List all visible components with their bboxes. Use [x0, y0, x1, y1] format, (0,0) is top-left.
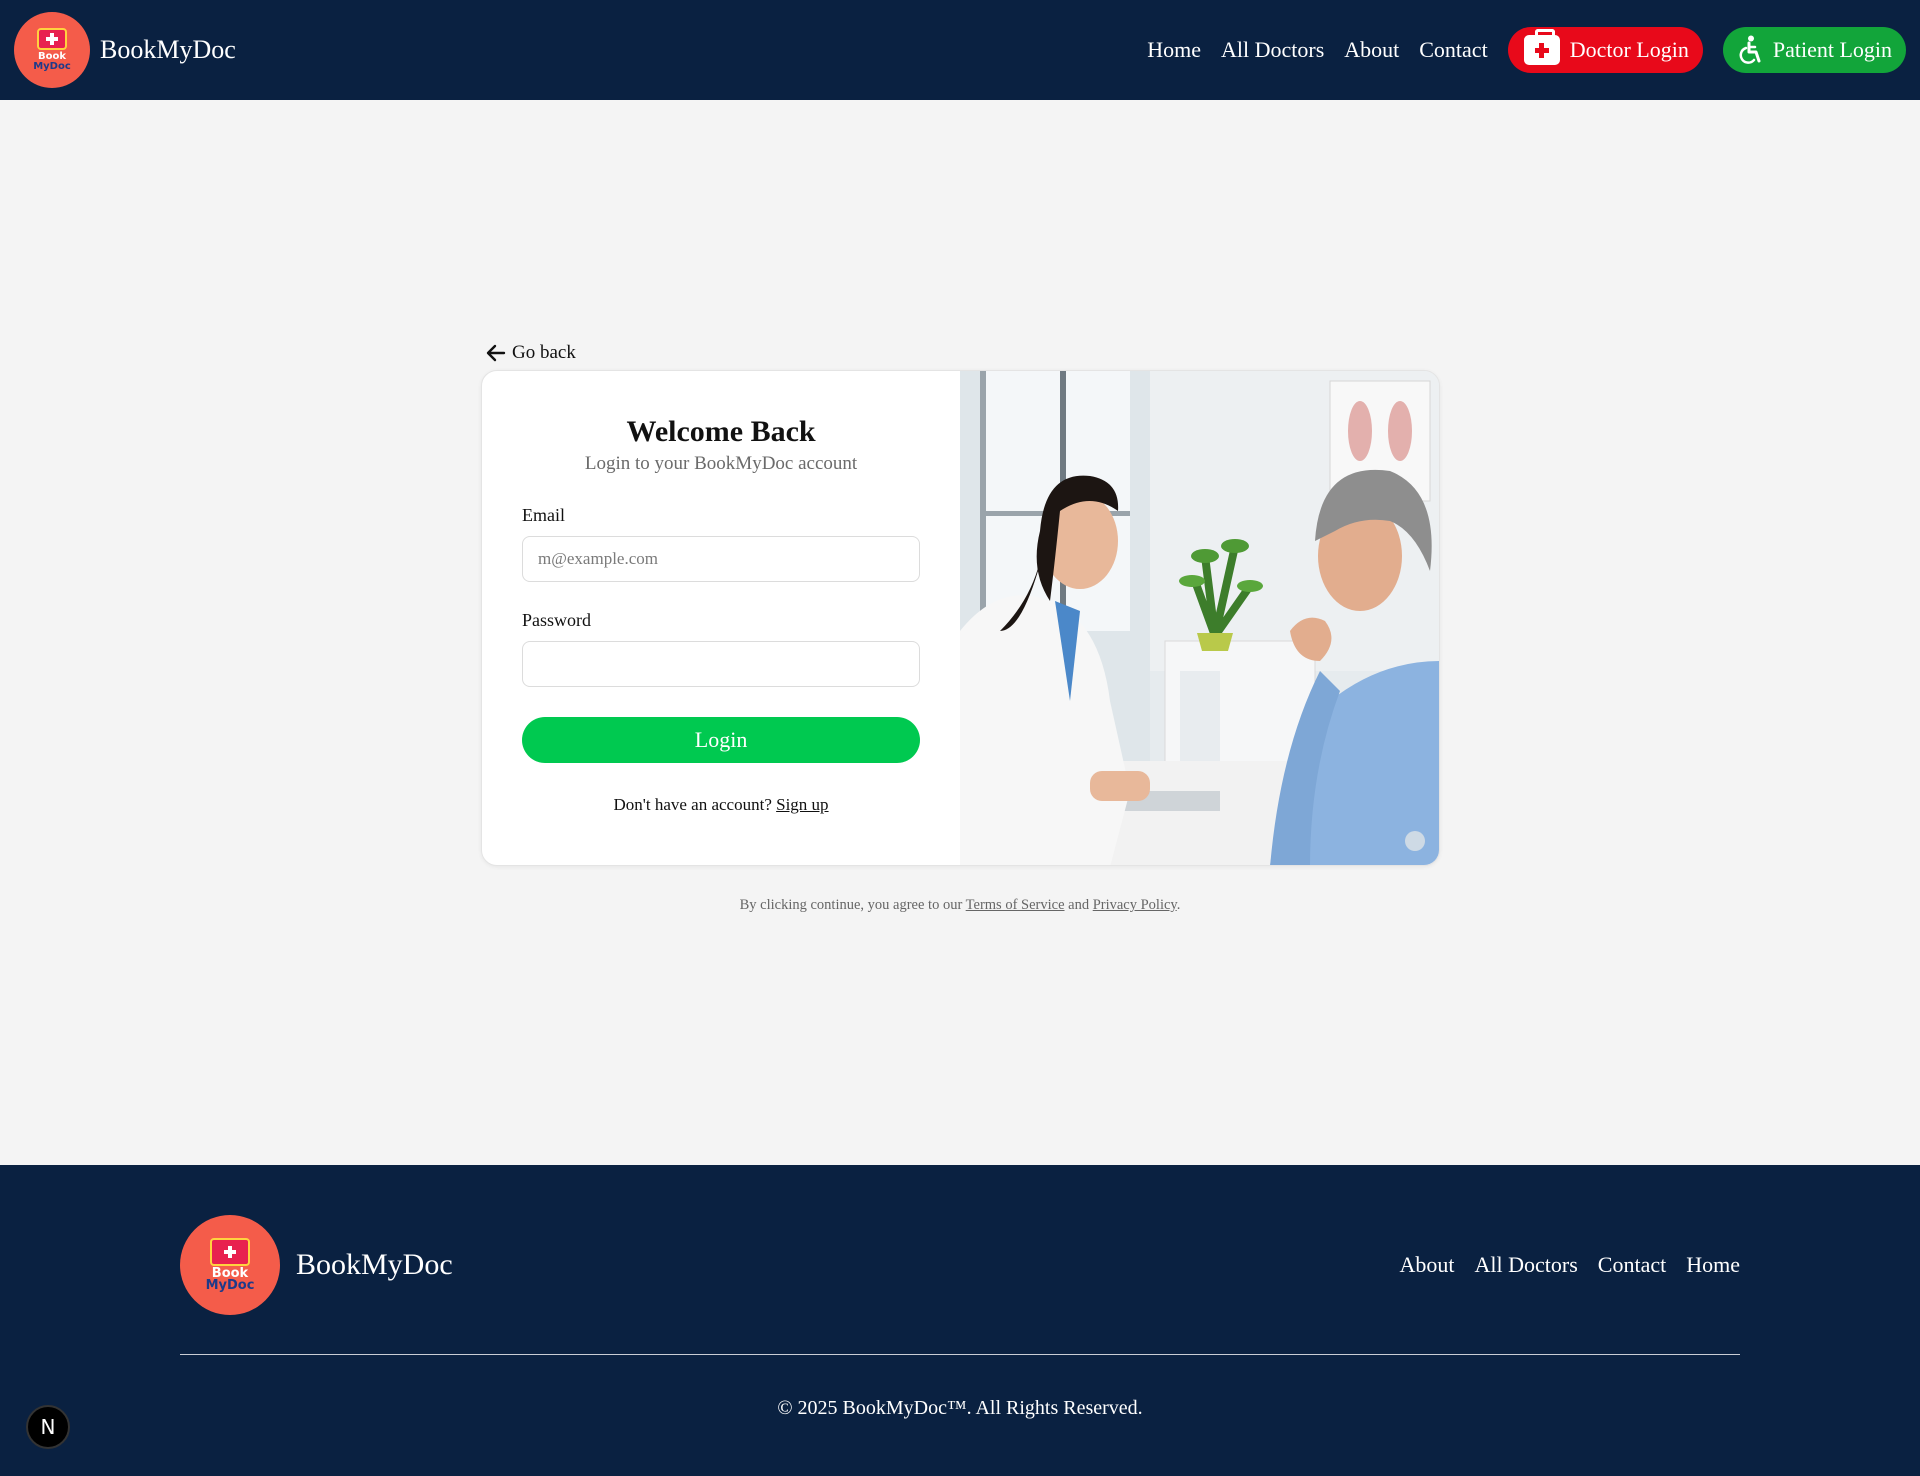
go-back-link[interactable]: Go back — [484, 341, 576, 365]
legal-and: and — [1068, 897, 1090, 913]
nextjs-icon: N — [40, 1415, 56, 1439]
footer-brand-name[interactable]: BookMyDoc — [296, 1248, 453, 1282]
heart-cross-icon — [37, 28, 67, 50]
footer-logo-text-mydoc: MyDoc — [205, 1278, 255, 1293]
copyright-text: © 2025 BookMyDoc™. All Rights Reserved. — [777, 1397, 1143, 1419]
footer-divider — [180, 1354, 1740, 1355]
doctor-login-button[interactable]: Doctor Login — [1507, 27, 1703, 73]
footer-bookmydoc-logo[interactable]: Book MyDoc — [180, 1215, 280, 1315]
login-card: Welcome Back Login to your BookMyDoc acc… — [481, 370, 1440, 866]
site-footer: Book MyDoc BookMyDoc About All Doctors C… — [0, 1165, 1920, 1476]
login-form: Welcome Back Login to your BookMyDoc acc… — [482, 371, 960, 865]
footer-link-contact[interactable]: Contact — [1598, 1252, 1666, 1278]
top-navbar: Book MyDoc BookMyDoc Home All Doctors Ab… — [0, 0, 1920, 100]
nav-about[interactable]: About — [1344, 37, 1399, 63]
terms-of-service-link[interactable]: Terms of Service — [966, 897, 1065, 913]
footer-link-home[interactable]: Home — [1686, 1252, 1740, 1278]
first-aid-kit-icon — [1523, 29, 1560, 65]
brand-name[interactable]: BookMyDoc — [100, 35, 236, 65]
page-subtitle: Login to your BookMyDoc account — [584, 453, 858, 474]
go-back-label: Go back — [512, 342, 576, 363]
main-nav: Home All Doctors About Contact Doctor Lo… — [1147, 27, 1906, 73]
nextjs-dev-badge[interactable]: N — [26, 1405, 70, 1449]
footer-link-all-doctors[interactable]: All Doctors — [1475, 1252, 1578, 1278]
password-field[interactable] — [522, 641, 921, 687]
privacy-policy-link[interactable]: Privacy Policy — [1093, 897, 1177, 913]
nav-all-doctors[interactable]: All Doctors — [1221, 37, 1324, 63]
legal-suffix: . — [1176, 897, 1181, 913]
footer-nav: About All Doctors Contact Home — [1380, 1252, 1740, 1278]
doctor-login-label: Doctor Login — [1569, 37, 1689, 62]
page-title: Welcome Back — [626, 415, 816, 448]
patient-login-label: Patient Login — [1772, 37, 1892, 62]
login-button[interactable]: Login — [522, 717, 921, 763]
nav-contact[interactable]: Contact — [1419, 37, 1487, 63]
signup-prompt: Don't have an account? Sign up — [522, 795, 920, 815]
signup-prompt-text: Don't have an account? — [613, 795, 772, 814]
legal-notice: By clicking continue, you agree to our T… — [0, 897, 1920, 914]
footer-link-about[interactable]: About — [1400, 1252, 1455, 1278]
heart-cross-icon — [210, 1238, 250, 1266]
nav-home[interactable]: Home — [1147, 37, 1201, 63]
patient-login-button[interactable]: Patient Login — [1722, 27, 1906, 73]
legal-prefix: By clicking continue, you agree to our — [739, 897, 963, 913]
email-field[interactable] — [522, 536, 921, 582]
logo-text-mydoc: MyDoc — [33, 61, 71, 72]
wheelchair-icon — [1739, 35, 1761, 64]
bookmydoc-logo[interactable]: Book MyDoc — [14, 12, 90, 88]
signup-link[interactable]: Sign up — [776, 795, 828, 814]
consultation-illustration — [960, 371, 1439, 865]
arrow-left-icon — [486, 344, 506, 362]
footer-top: Book MyDoc BookMyDoc About All Doctors C… — [180, 1215, 1740, 1315]
doctor-patient-image — [960, 371, 1439, 865]
password-label: Password — [522, 610, 592, 630]
email-label: Email — [522, 505, 565, 525]
